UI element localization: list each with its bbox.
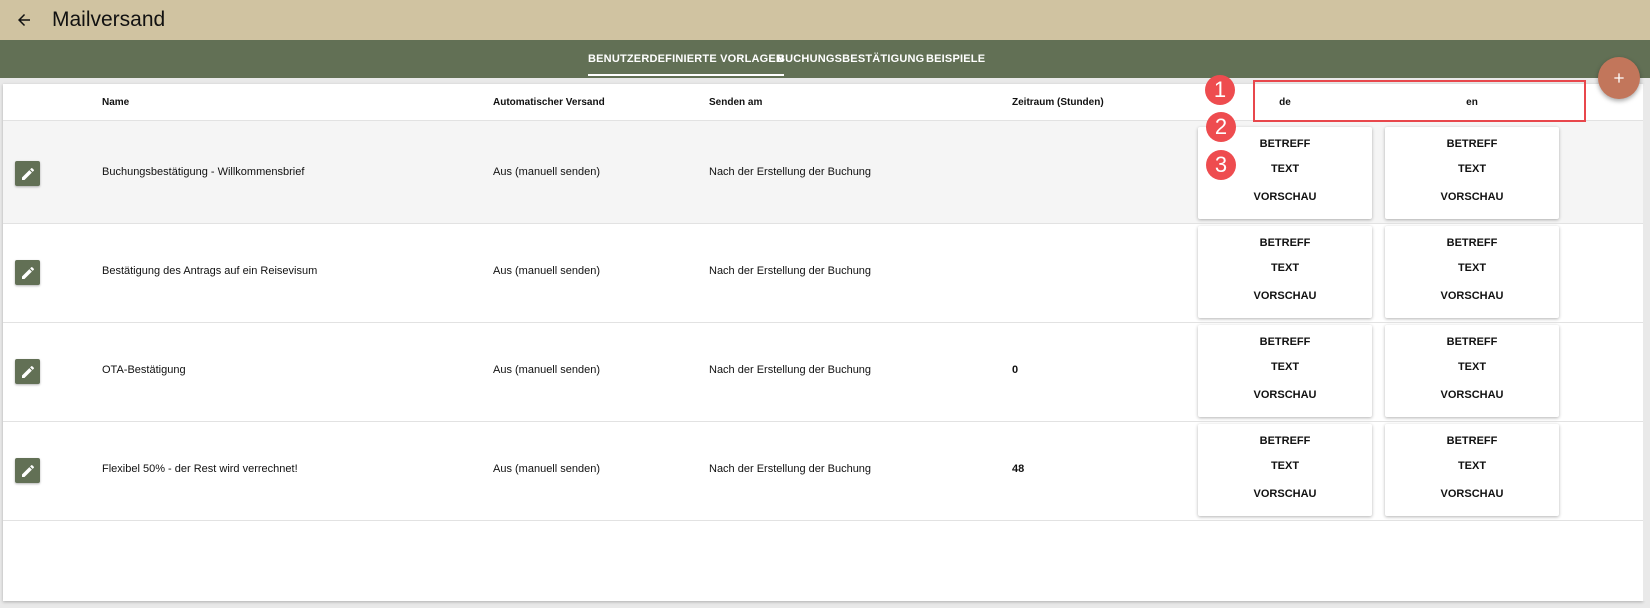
back-button[interactable]	[2, 0, 46, 40]
add-template-button[interactable]	[1598, 57, 1640, 99]
text-button[interactable]: TEXT	[1198, 460, 1372, 472]
header-lang-en: en	[1466, 97, 1478, 108]
tab-bar: BENUTZERDEFINIERTE VORLAGEN BUCHUNGSBEST…	[0, 40, 1650, 78]
tab-booking-confirmation[interactable]: BUCHUNGSBESTÄTIGUNG	[777, 40, 924, 78]
row-auto-send: Aus (manuell senden)	[493, 265, 601, 277]
text-button[interactable]: TEXT	[1385, 361, 1559, 373]
row-name: OTA-Bestätigung	[102, 364, 186, 376]
scrollbar[interactable]	[1643, 84, 1650, 601]
lang-card-en: BETREFF TEXT VORSCHAU	[1385, 325, 1559, 417]
row-name: Bestätigung des Antrags auf ein Reisevis…	[102, 265, 318, 277]
row-period: 0	[1012, 364, 1019, 376]
arrow-left-icon	[18, 14, 30, 26]
plus-icon	[1614, 73, 1624, 83]
lang-card-de: BETREFF TEXT VORSCHAU	[1198, 226, 1372, 318]
row-auto-send: Aus (manuell senden)	[493, 364, 601, 376]
preview-button[interactable]: VORSCHAU	[1385, 290, 1559, 302]
preview-button[interactable]: VORSCHAU	[1198, 191, 1372, 203]
table-header: Name Automatischer Versand Senden am Zei…	[3, 84, 1643, 121]
subject-button[interactable]: BETREFF	[1385, 435, 1559, 447]
edit-button[interactable]	[15, 359, 40, 384]
subject-button[interactable]: BETREFF	[1198, 435, 1372, 447]
table-row: Buchungsbestätigung - Willkommensbrief A…	[3, 121, 1643, 224]
subject-button[interactable]: BETREFF	[1385, 336, 1559, 348]
row-send-on: Nach der Erstellung der Buchung	[709, 364, 872, 376]
preview-button[interactable]: VORSCHAU	[1385, 389, 1559, 401]
row-name: Flexibel 50% - der Rest wird verrechnet!	[102, 463, 298, 475]
row-auto-send: Aus (manuell senden)	[493, 166, 601, 178]
row-name: Buchungsbestätigung - Willkommensbrief	[102, 166, 305, 178]
top-app-bar: Mailversand	[0, 0, 1650, 40]
text-button[interactable]: TEXT	[1385, 460, 1559, 472]
text-button[interactable]: TEXT	[1385, 163, 1559, 175]
page-title: Mailversand	[52, 8, 166, 31]
lang-card-en: BETREFF TEXT VORSCHAU	[1385, 127, 1559, 219]
preview-button[interactable]: VORSCHAU	[1198, 389, 1372, 401]
row-send-on: Nach der Erstellung der Buchung	[709, 166, 872, 178]
annotation-marker-3: 3	[1206, 150, 1236, 180]
subject-button[interactable]: BETREFF	[1198, 237, 1372, 249]
table-row: Bestätigung des Antrags auf ein Reisevis…	[3, 220, 1643, 323]
text-button[interactable]: TEXT	[1198, 361, 1372, 373]
lang-card-de: BETREFF TEXT VORSCHAU	[1198, 424, 1372, 516]
row-send-on: Nach der Erstellung der Buchung	[709, 265, 872, 277]
edit-button[interactable]	[15, 458, 40, 483]
tab-examples[interactable]: BEISPIELE	[926, 40, 985, 78]
preview-button[interactable]: VORSCHAU	[1198, 290, 1372, 302]
subject-button[interactable]: BETREFF	[1385, 138, 1559, 150]
subject-button[interactable]: BETREFF	[1385, 237, 1559, 249]
table-row: OTA-Bestätigung Aus (manuell senden) Nac…	[3, 319, 1643, 422]
header-period: Zeitraum (Stunden)	[1012, 97, 1104, 108]
header-send-on: Senden am	[709, 97, 763, 108]
lang-card-en: BETREFF TEXT VORSCHAU	[1385, 424, 1559, 516]
row-send-on: Nach der Erstellung der Buchung	[709, 463, 872, 475]
edit-button[interactable]	[15, 260, 40, 285]
text-button[interactable]: TEXT	[1198, 262, 1372, 274]
row-period: 48	[1012, 463, 1025, 475]
lang-card-de: BETREFF TEXT VORSCHAU	[1198, 325, 1372, 417]
header-auto-send: Automatischer Versand	[493, 97, 605, 108]
header-name: Name	[102, 97, 130, 108]
text-button[interactable]: TEXT	[1385, 262, 1559, 274]
tab-custom-templates[interactable]: BENUTZERDEFINIERTE VORLAGEN	[588, 40, 785, 78]
templates-table: Name Automatischer Versand Senden am Zei…	[3, 75, 1643, 601]
preview-button[interactable]: VORSCHAU	[1385, 488, 1559, 500]
pencil-icon	[21, 167, 34, 180]
preview-button[interactable]: VORSCHAU	[1385, 191, 1559, 203]
pencil-icon	[21, 266, 34, 279]
row-auto-send: Aus (manuell senden)	[493, 463, 601, 475]
subject-button[interactable]: BETREFF	[1198, 336, 1372, 348]
pencil-icon	[21, 464, 34, 477]
pencil-icon	[21, 365, 34, 378]
annotation-marker-2: 2	[1206, 112, 1236, 142]
lang-card-en: BETREFF TEXT VORSCHAU	[1385, 226, 1559, 318]
annotation-marker-1: 1	[1205, 75, 1235, 105]
edit-button[interactable]	[15, 161, 40, 186]
preview-button[interactable]: VORSCHAU	[1198, 488, 1372, 500]
table-row: Flexibel 50% - der Rest wird verrechnet!…	[3, 418, 1643, 521]
